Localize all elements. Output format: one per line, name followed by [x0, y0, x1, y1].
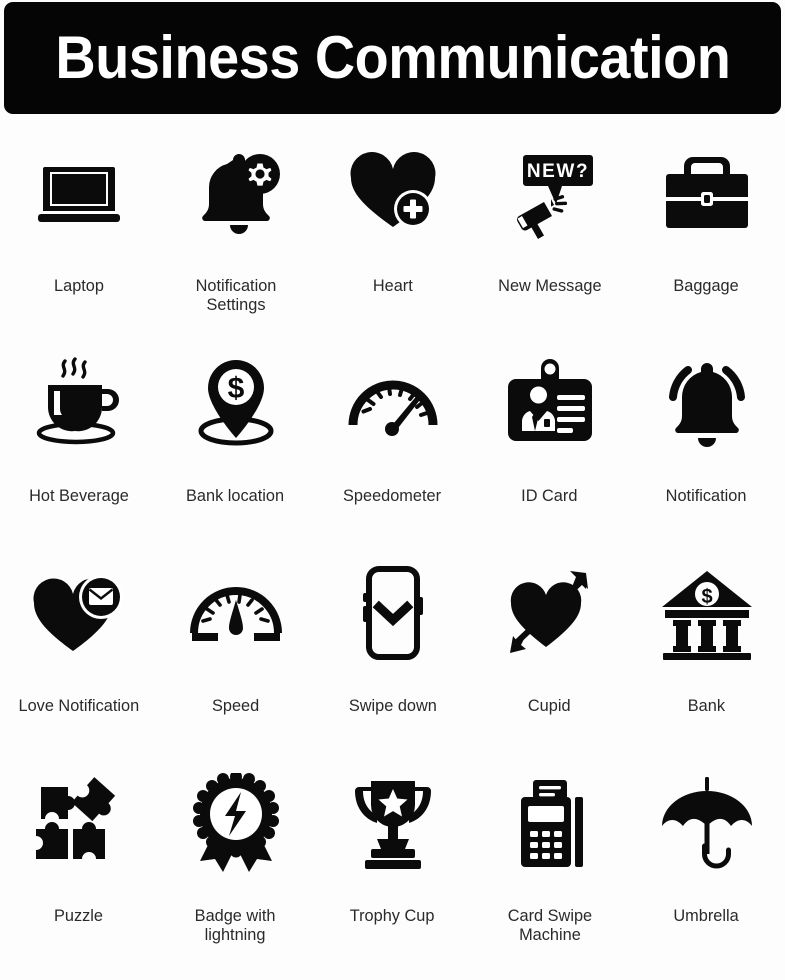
icon-label: ID Card — [521, 486, 578, 505]
coffee-cup-icon — [24, 344, 134, 462]
svg-text:$: $ — [701, 586, 712, 608]
icon-label: Bank location — [186, 486, 285, 505]
icon-cell-new-message[interactable]: NEW? New Message — [471, 128, 628, 338]
heart-plus-icon — [338, 134, 448, 252]
icon-label: Puzzle — [54, 906, 103, 925]
icon-cell-notification[interactable]: Notification — [628, 338, 785, 548]
icon-cell-hot-beverage[interactable]: Hot Beverage — [0, 338, 157, 548]
umbrella-icon — [652, 764, 762, 882]
icon-cell-speed[interactable]: Speed — [157, 548, 314, 758]
icon-cell-baggage[interactable]: Baggage — [628, 128, 785, 338]
icon-cell-cupid[interactable]: Cupid — [471, 548, 628, 758]
icon-sheet-page: Business Communication Laptop Notificati… — [0, 0, 785, 980]
megaphone-new-bubble-icon: NEW? — [495, 134, 605, 252]
icon-cell-heart[interactable]: Heart — [314, 128, 471, 338]
icon-label: Speedometer — [343, 486, 442, 505]
icon-cell-speedometer[interactable]: Speedometer — [314, 338, 471, 548]
icon-grid: Laptop Notification Settings Heart NEW? … — [0, 128, 785, 968]
heart-envelope-icon — [24, 554, 134, 672]
icon-cell-umbrella[interactable]: Umbrella — [628, 758, 785, 968]
icon-label: Baggage — [673, 276, 740, 295]
icon-cell-puzzle[interactable]: Puzzle — [0, 758, 157, 968]
icon-label: Badge with lightning — [195, 906, 276, 945]
icon-label: Heart — [372, 276, 413, 295]
briefcase-icon — [652, 134, 762, 252]
laptop-icon — [24, 134, 134, 252]
icon-cell-bank[interactable]: $ Bank — [628, 548, 785, 758]
pos-terminal-icon — [495, 764, 605, 882]
svg-text:$: $ — [227, 372, 244, 405]
icon-label: Trophy Cup — [350, 906, 435, 925]
bell-gear-icon — [181, 134, 291, 252]
speedometer-icon — [338, 344, 448, 462]
icon-cell-love-notification[interactable]: Love Notification — [0, 548, 157, 758]
bell-ringing-icon — [652, 344, 762, 462]
page-title: Business Communication — [54, 24, 730, 91]
icon-cell-badge-with-lightning[interactable]: Badge with lightning — [157, 758, 314, 968]
id-card-icon — [495, 344, 605, 462]
icon-label: Notification — [666, 486, 747, 505]
icon-label: Swipe down — [348, 696, 437, 715]
heart-arrow-icon — [495, 554, 605, 672]
puzzle-pieces-icon — [24, 764, 134, 882]
icon-label: Notification Settings — [195, 276, 276, 315]
icon-cell-trophy-cup[interactable]: Trophy Cup — [314, 758, 471, 968]
icon-label: Love Notification — [18, 696, 139, 715]
icon-label: Umbrella — [673, 906, 740, 925]
speed-gauge-icon — [181, 554, 291, 672]
phone-chevron-down-icon — [338, 554, 448, 672]
icon-cell-id-card[interactable]: ID Card — [471, 338, 628, 548]
header-banner: Business Communication — [4, 2, 781, 114]
icon-label: Hot Beverage — [28, 486, 129, 505]
icon-label: New Message — [497, 276, 602, 295]
icon-label: Speed — [211, 696, 260, 715]
bank-building-dollar-icon: $ — [652, 554, 762, 672]
icon-label: Bank — [687, 696, 726, 715]
icon-cell-notification-settings[interactable]: Notification Settings — [157, 128, 314, 338]
icon-cell-bank-location[interactable]: $ Bank location — [157, 338, 314, 548]
icon-cell-laptop[interactable]: Laptop — [0, 128, 157, 338]
icon-cell-card-swipe-machine[interactable]: Card Swipe Machine — [471, 758, 628, 968]
map-pin-dollar-icon: $ — [181, 344, 291, 462]
icon-cell-swipe-down[interactable]: Swipe down — [314, 548, 471, 758]
trophy-star-icon — [338, 764, 448, 882]
icon-label: Cupid — [528, 696, 571, 715]
bubble-text: NEW? — [526, 161, 588, 182]
award-badge-lightning-icon — [181, 764, 291, 882]
icon-label: Laptop — [53, 276, 104, 295]
icon-label: Card Swipe Machine — [507, 906, 592, 945]
